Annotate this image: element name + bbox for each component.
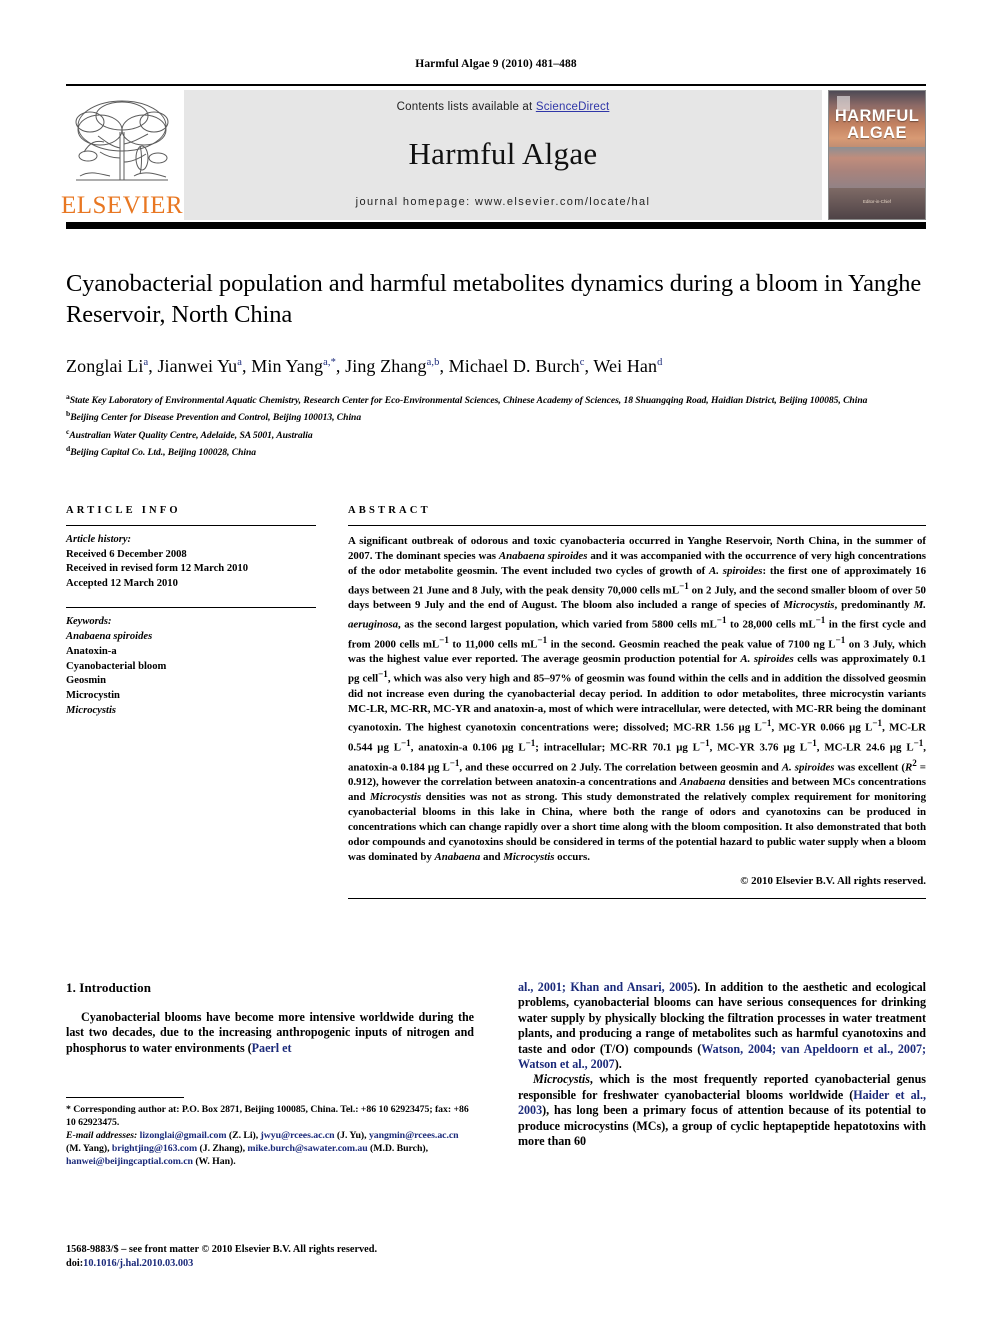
column-gap — [316, 505, 348, 899]
page-title: Cyanobacterial population and harmful me… — [66, 270, 922, 328]
article-info-heading: ARTICLE INFO — [66, 505, 181, 516]
intro-paragraph-left: Cyanobacterial blooms have become more i… — [66, 1010, 474, 1055]
issn-copyright-line: 1568-9883/$ – see front matter © 2010 El… — [66, 1243, 474, 1271]
article-info-column: ARTICLE INFO Article history: Received 6… — [66, 505, 316, 899]
contents-available-line: Contents lists available at ScienceDirec… — [184, 101, 822, 113]
sciencedirect-link[interactable]: ScienceDirect — [536, 101, 610, 113]
author-list: Zonglai Lia, Jianwei Yua, Min Yanga,*, J… — [66, 356, 663, 376]
cover-title-line1: HARMFUL — [834, 107, 920, 125]
cover-title: HARMFUL ALGAE — [829, 108, 925, 142]
abstract-copyright: © 2010 Elsevier B.V. All rights reserved… — [740, 874, 926, 887]
journal-article-page: Harmful Algae 9 (2010) 481–488 ELSEVIER … — [0, 0, 992, 1323]
keywords-block: Keywords: Anabaena spiroides Anatoxin-a … — [66, 607, 316, 718]
article-history-block: Article history: Received 6 December 200… — [66, 526, 316, 591]
abstract-rule-bottom — [348, 897, 926, 899]
footnote-corresponding-author: * Corresponding author at: P.O. Box 2871… — [66, 1104, 469, 1129]
masthead-thick-rule — [66, 222, 926, 229]
footnote-rule — [66, 1097, 184, 1098]
keyword-item: Microcystis — [66, 704, 117, 716]
abstract-column: ABSTRACT A significant outbreak of odoro… — [348, 505, 926, 899]
cover-sea — [829, 147, 925, 191]
abstract-text: A significant outbreak of odorous and to… — [348, 535, 927, 863]
keyword-item: Anabaena spiroides — [66, 630, 153, 642]
journal-masthead: ELSEVIER Contents lists available at Sci… — [61, 84, 926, 220]
footnote-block: * Corresponding author at: P.O. Box 2871… — [66, 1097, 474, 1168]
cover-title-line2: ALGAE — [847, 124, 907, 142]
section-heading-introduction: 1. Introduction — [66, 980, 152, 995]
info-abstract-region: ARTICLE INFO Article history: Received 6… — [66, 505, 926, 899]
journal-homepage-line[interactable]: journal homepage: www.elsevier.com/locat… — [184, 196, 822, 208]
history-accepted: Accepted 12 March 2010 — [66, 577, 178, 589]
elsevier-tree-icon — [70, 96, 174, 192]
body-column-right: al., 2001; Khan and Ansari, 2005). In ad… — [518, 980, 926, 1149]
intro-paragraph-right-1: al., 2001; Khan and Ansari, 2005). In ad… — [518, 980, 927, 1072]
title-block: Cyanobacterial population and harmful me… — [66, 268, 926, 460]
history-revised: Received in revised form 12 March 2010 — [66, 563, 249, 575]
affiliation-list: aState Key Laboratory of Environmental A… — [66, 390, 926, 460]
affiliation-d: dBeijing Capital Co. Ltd., Beijing 10002… — [66, 444, 257, 459]
keyword-item: Cyanobacterial bloom — [66, 660, 167, 672]
contents-prefix: Contents lists available at — [396, 101, 536, 113]
journal-title: Harmful Algae — [408, 135, 598, 171]
keyword-item: Microcystin — [66, 690, 120, 702]
affiliation-c: cAustralian Water Quality Centre, Adelai… — [66, 426, 313, 441]
doi-line[interactable]: doi:10.1016/j.hal.2010.03.003 — [66, 1257, 474, 1271]
keywords-label: Keywords: — [66, 616, 112, 628]
body-column-gap — [474, 980, 518, 1149]
footnote-email-addresses: E-mail addresses: lizonglai@gmail.com (Z… — [66, 1130, 459, 1168]
abstract-heading: ABSTRACT — [348, 505, 431, 516]
issn-front-matter: 1568-9883/$ – see front matter © 2010 El… — [66, 1244, 378, 1255]
keyword-item: Anatoxin-a — [66, 645, 117, 657]
keyword-item: Geosmin — [66, 675, 107, 687]
article-history-label: Article history: — [66, 534, 132, 545]
intro-paragraph-right-2: Microcystis, which is the most frequentl… — [518, 1072, 926, 1149]
history-received: Received 6 December 2008 — [66, 548, 187, 560]
cover-footer-text: Editor-in-Chief — [862, 199, 892, 204]
affiliation-a: aState Key Laboratory of Environmental A… — [66, 392, 868, 407]
elsevier-logo: ELSEVIER — [61, 90, 183, 220]
elsevier-wordmark: ELSEVIER — [60, 192, 184, 219]
running-head: Harmful Algae 9 (2010) 481–488 — [415, 58, 577, 70]
journal-cover-thumbnail: HARMFUL ALGAE Editor-in-Chief — [828, 90, 926, 220]
affiliation-b: bBeijing Center for Disease Prevention a… — [66, 409, 362, 424]
journal-band: Contents lists available at ScienceDirec… — [184, 90, 822, 220]
